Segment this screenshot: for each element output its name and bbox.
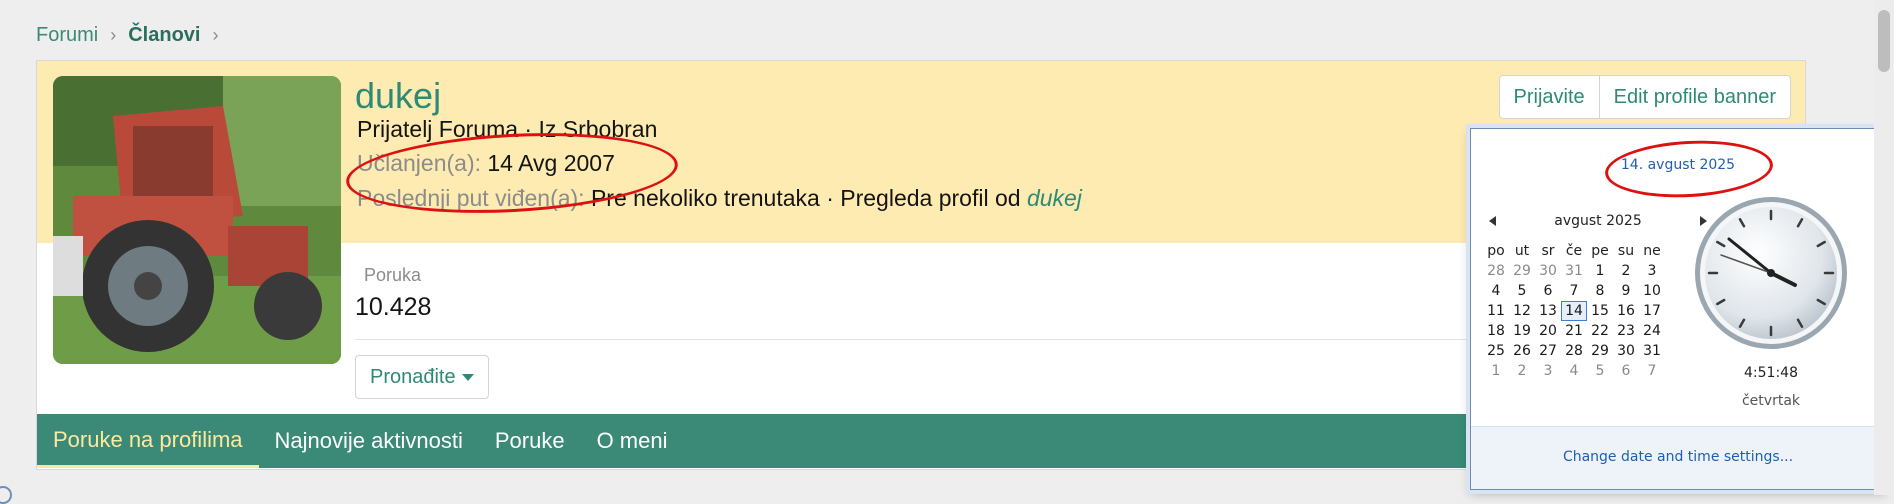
chevron-right-icon: › bbox=[110, 25, 117, 45]
clock-day: četvrtak bbox=[1741, 393, 1801, 409]
calendar-day[interactable]: 30 bbox=[1535, 261, 1561, 281]
calendar-day[interactable]: 6 bbox=[1613, 361, 1639, 381]
calendar-day[interactable]: 28 bbox=[1561, 341, 1587, 361]
calendar-day[interactable]: 3 bbox=[1639, 261, 1665, 281]
calendar-day[interactable]: 3 bbox=[1535, 361, 1561, 381]
calendar-grid: po ut sr če pe su ne 28 29 30 31 1 2 3 4 5 6 7 8 9 10 11 12 13 1… bbox=[1483, 241, 1665, 381]
calendar-day[interactable]: 9 bbox=[1613, 281, 1639, 301]
calendar-date-header[interactable]: 14. avgust 2025 bbox=[1471, 157, 1885, 173]
joined-label: Učlanjen(a): bbox=[357, 150, 481, 176]
calendar-day[interactable]: 22 bbox=[1587, 321, 1613, 341]
calendar-day[interactable]: 13 bbox=[1535, 301, 1561, 321]
calendar-day[interactable]: 1 bbox=[1483, 361, 1509, 381]
calendar-day[interactable]: 23 bbox=[1613, 321, 1639, 341]
calendar-day[interactable]: 5 bbox=[1587, 361, 1613, 381]
calendar-day[interactable]: 12 bbox=[1509, 301, 1535, 321]
circle-icon bbox=[0, 486, 12, 504]
calendar-popup: 14. avgust 2025 avgust 2025 po ut sr če pe su… bbox=[1470, 128, 1886, 490]
calendar-footer: Change date and time settings... bbox=[1471, 426, 1885, 489]
calendar-day-today[interactable]: 14 bbox=[1561, 301, 1587, 321]
scrollbar[interactable] bbox=[1874, 0, 1894, 495]
chevron-right-icon: › bbox=[212, 25, 219, 45]
avatar[interactable] bbox=[53, 76, 341, 364]
last-seen-label: Poslednji put viđen(a): bbox=[357, 185, 585, 211]
last-seen-user-link[interactable]: dukej bbox=[1027, 185, 1082, 211]
tab-profile-posts[interactable]: Poruke na profilima bbox=[37, 414, 259, 468]
calendar-day[interactable]: 27 bbox=[1535, 341, 1561, 361]
calendar-day[interactable]: 16 bbox=[1613, 301, 1639, 321]
tab-latest-activity[interactable]: Najnovije aktivnosti bbox=[259, 414, 479, 468]
weekday-header: po bbox=[1487, 243, 1505, 259]
calendar-day[interactable]: 4 bbox=[1561, 361, 1587, 381]
calendar-day[interactable]: 29 bbox=[1509, 261, 1535, 281]
calendar-day[interactable]: 4 bbox=[1483, 281, 1509, 301]
report-button[interactable]: Prijavite bbox=[1498, 75, 1600, 119]
calendar-day[interactable]: 21 bbox=[1561, 321, 1587, 341]
calendar-day[interactable]: 31 bbox=[1639, 341, 1665, 361]
change-date-time-link[interactable]: Change date and time settings... bbox=[1471, 449, 1885, 465]
calendar-day[interactable]: 15 bbox=[1587, 301, 1613, 321]
joined-line: Učlanjen(a): 14 Avg 2007 bbox=[357, 150, 615, 177]
find-dropdown-button[interactable]: Pronađite bbox=[355, 355, 489, 399]
calendar-day[interactable]: 6 bbox=[1535, 281, 1561, 301]
calendar-day[interactable]: 24 bbox=[1639, 321, 1665, 341]
calendar-day[interactable]: 1 bbox=[1587, 261, 1613, 281]
last-seen-value: Pre nekoliko trenutaka · Pregleda profil… bbox=[590, 185, 1021, 211]
weekday-header: ut bbox=[1514, 243, 1530, 259]
previous-month-icon[interactable] bbox=[1489, 216, 1496, 226]
calendar-day[interactable]: 28 bbox=[1483, 261, 1509, 281]
month-label[interactable]: avgust 2025 bbox=[1554, 213, 1642, 229]
calendar-day[interactable]: 7 bbox=[1561, 281, 1587, 301]
weekday-header: sr bbox=[1541, 243, 1555, 259]
breadcrumb: Forumi › Članovi › bbox=[36, 24, 218, 47]
calendar-day[interactable]: 19 bbox=[1509, 321, 1535, 341]
calendar-day[interactable]: 7 bbox=[1639, 361, 1665, 381]
calendar-day[interactable]: 11 bbox=[1483, 301, 1509, 321]
calendar-day[interactable]: 30 bbox=[1613, 341, 1639, 361]
breadcrumb-clanovi[interactable]: Članovi bbox=[128, 24, 200, 47]
calendar-day[interactable]: 8 bbox=[1587, 281, 1613, 301]
calendar-day[interactable]: 17 bbox=[1639, 301, 1665, 321]
edit-profile-banner-button[interactable]: Edit profile banner bbox=[1599, 75, 1791, 119]
calendar-day[interactable]: 26 bbox=[1509, 341, 1535, 361]
username[interactable]: dukej bbox=[355, 75, 441, 117]
tab-posts[interactable]: Poruke bbox=[479, 414, 581, 468]
calendar-day[interactable]: 25 bbox=[1483, 341, 1509, 361]
caret-down-icon bbox=[461, 373, 474, 381]
user-title: Prijatelj Foruma · Iz Srbobran bbox=[357, 116, 658, 142]
stat-value: 10.428 bbox=[355, 293, 432, 321]
weekday-header: ne bbox=[1643, 243, 1661, 259]
find-label: Pronađite bbox=[370, 365, 456, 388]
stat-label: Poruka bbox=[364, 265, 422, 285]
tab-about[interactable]: O meni bbox=[581, 414, 684, 468]
calendar-day[interactable]: 2 bbox=[1613, 261, 1639, 281]
scrollbar-thumb[interactable] bbox=[1878, 10, 1890, 72]
last-seen-line: Poslednji put viđen(a): Pre nekoliko tre… bbox=[357, 185, 1082, 212]
joined-value: 14 Avg 2007 bbox=[487, 150, 615, 176]
calendar-day[interactable]: 31 bbox=[1561, 261, 1587, 281]
calendar-day[interactable]: 10 bbox=[1639, 281, 1665, 301]
weekday-header: pe bbox=[1591, 243, 1609, 259]
profile-actions: Prijavite Edit profile banner bbox=[1498, 75, 1791, 119]
calendar-day[interactable]: 2 bbox=[1509, 361, 1535, 381]
month-navigation: avgust 2025 bbox=[1489, 213, 1707, 229]
calendar-day[interactable]: 20 bbox=[1535, 321, 1561, 341]
breadcrumb-forumi[interactable]: Forumi bbox=[36, 24, 98, 47]
weekday-header: če bbox=[1565, 243, 1583, 259]
calendar-day[interactable]: 18 bbox=[1483, 321, 1509, 341]
calendar-day[interactable]: 5 bbox=[1509, 281, 1535, 301]
weekday-header: su bbox=[1617, 243, 1635, 259]
calendar-day[interactable]: 29 bbox=[1587, 341, 1613, 361]
analog-clock-icon bbox=[1695, 197, 1847, 349]
clock-time: 4:51:48 bbox=[1744, 365, 1798, 381]
